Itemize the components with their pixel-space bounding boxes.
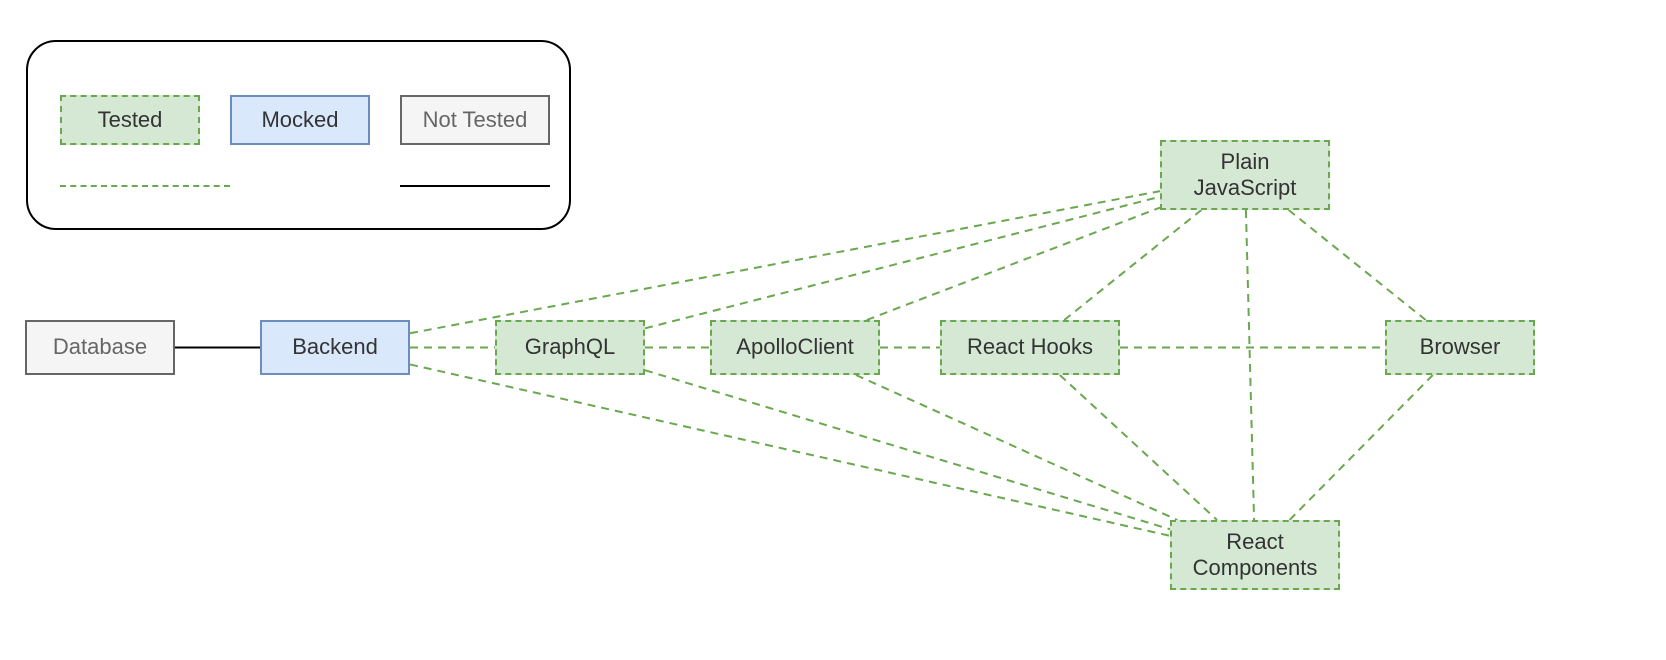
node-database: Database [25, 320, 175, 375]
node-label: Database [53, 334, 147, 360]
node-label: ApolloClient [736, 334, 853, 360]
node-react-components: React Components [1170, 520, 1340, 590]
legend-tested-label: Tested [98, 107, 163, 133]
legend-swatch-mocked: Mocked [230, 95, 370, 145]
node-plain-js: Plain JavaScript [1160, 140, 1330, 210]
node-browser: Browser [1385, 320, 1535, 375]
edge-graphql-plain-js [645, 197, 1160, 329]
node-graphql: GraphQL [495, 320, 645, 375]
node-label: Backend [292, 334, 378, 360]
edge-apolloclient-react-components [856, 375, 1177, 520]
legend-swatch-not-tested: Not Tested [400, 95, 550, 145]
legend-line-tested [60, 185, 230, 187]
edge-react-hooks-react-components [1060, 375, 1217, 520]
node-label: Browser [1420, 334, 1501, 360]
node-label: GraphQL [525, 334, 616, 360]
edge-plain-js-react-components [1246, 210, 1254, 520]
node-react-hooks: React Hooks [940, 320, 1120, 375]
node-label: React Components [1193, 529, 1318, 582]
edge-react-components-browser [1290, 375, 1433, 520]
legend-line-untested [400, 185, 550, 187]
edge-apolloclient-plain-js [867, 208, 1160, 320]
node-label: React Hooks [967, 334, 1093, 360]
edge-react-hooks-plain-js [1064, 210, 1201, 320]
edge-graphql-react-components [645, 370, 1170, 529]
edge-plain-js-browser [1289, 210, 1426, 320]
legend-not-tested-label: Not Tested [423, 107, 528, 133]
legend-swatch-tested: Tested [60, 95, 200, 145]
node-label: Plain JavaScript [1194, 149, 1297, 202]
edge-backend-react-components [410, 364, 1170, 535]
node-backend: Backend [260, 320, 410, 375]
node-apolloclient: ApolloClient [710, 320, 880, 375]
legend-mocked-label: Mocked [261, 107, 338, 133]
